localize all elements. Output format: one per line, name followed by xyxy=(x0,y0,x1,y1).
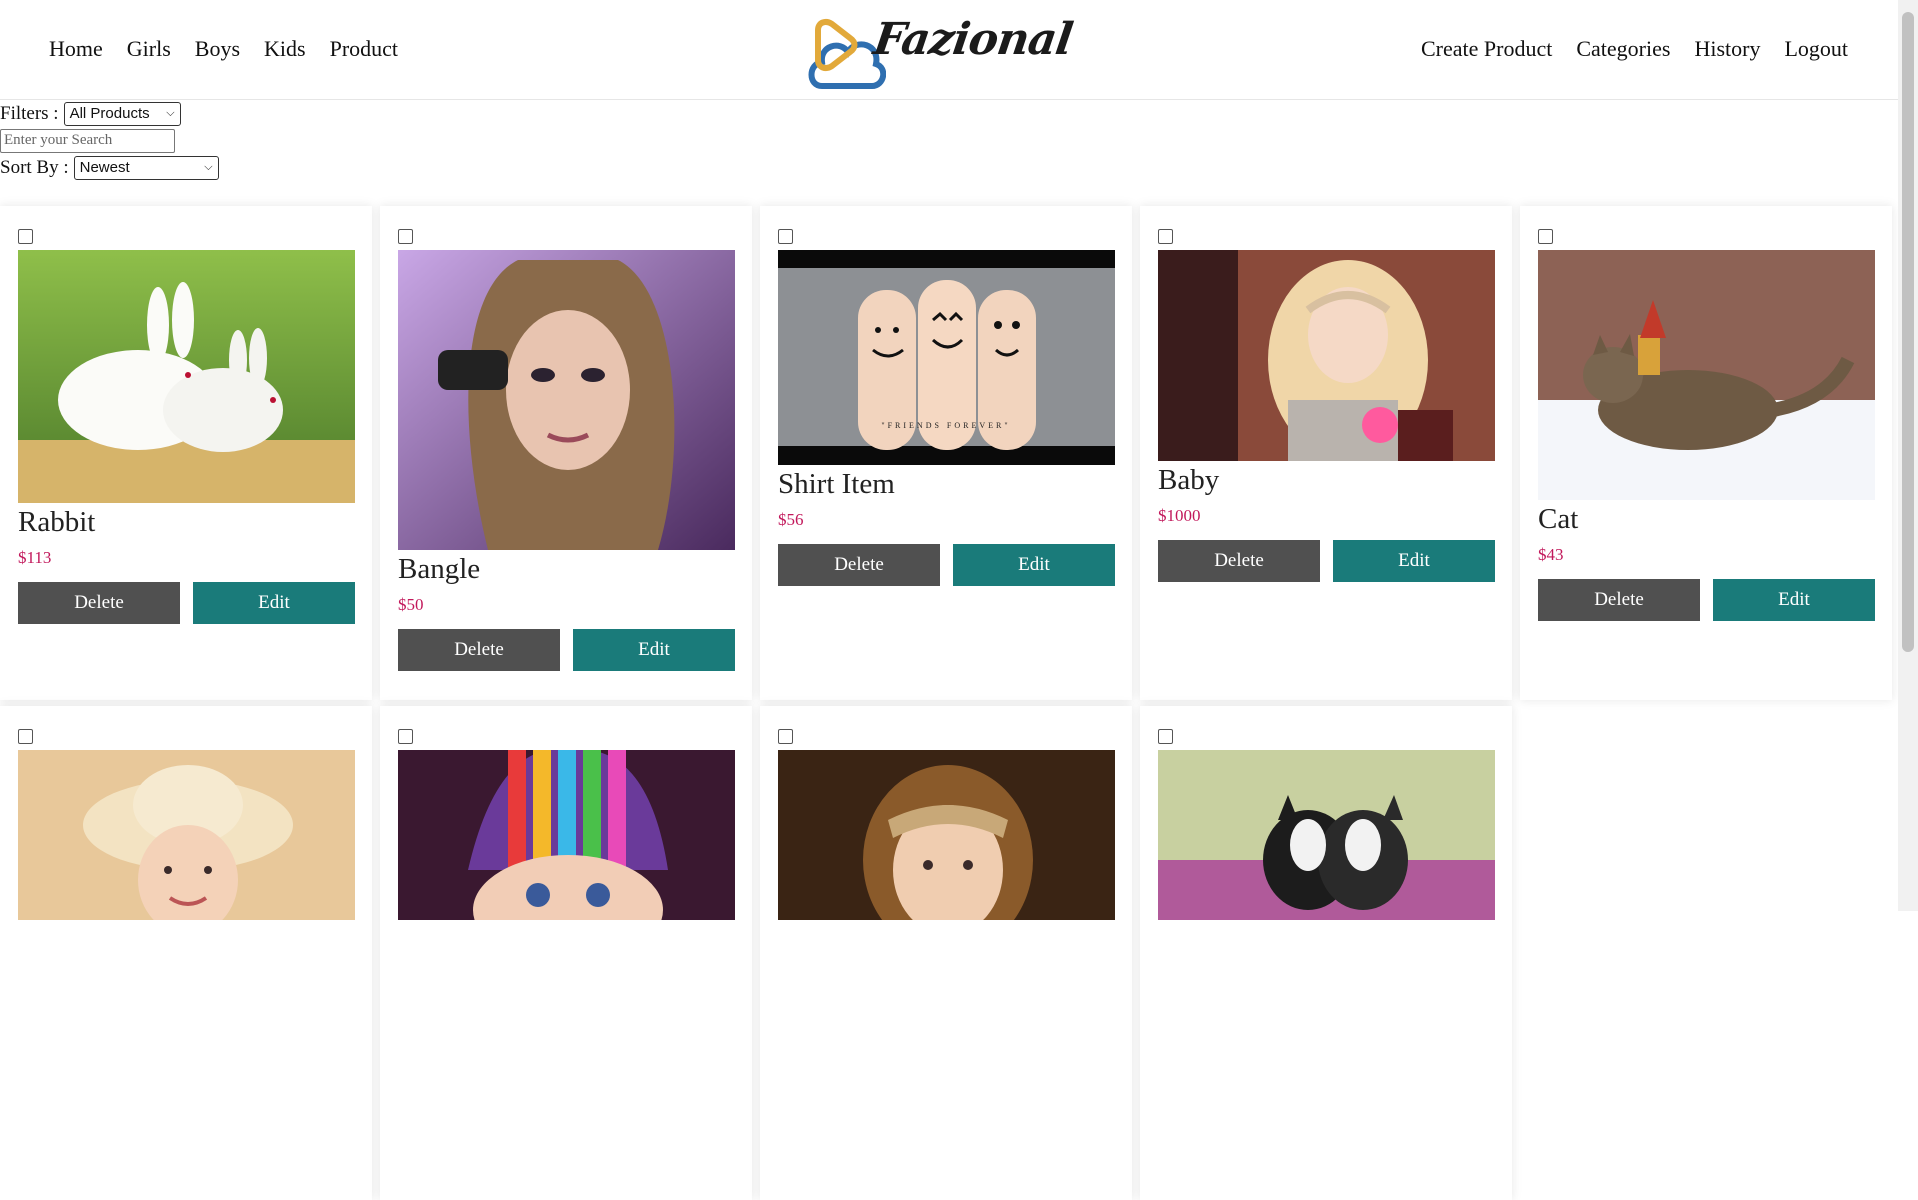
nav-left: Home Girls Boys Kids Product xyxy=(49,36,398,62)
edit-button[interactable]: Edit xyxy=(573,629,735,671)
select-checkbox[interactable] xyxy=(1538,229,1553,244)
nav-home[interactable]: Home xyxy=(49,36,103,62)
edit-button[interactable]: Edit xyxy=(193,582,355,624)
product-card xyxy=(1140,706,1512,1200)
edit-button[interactable]: Edit xyxy=(953,544,1115,586)
woman-portrait-image xyxy=(398,250,735,550)
chevron-down-icon: ⌵ xyxy=(204,161,213,173)
nav-right: Create Product Categories History Logout xyxy=(1421,36,1848,62)
nav-kids[interactable]: Kids xyxy=(264,36,306,62)
product-card xyxy=(380,706,752,1200)
product-price: $56 xyxy=(778,510,804,529)
baby-knit-hat-image xyxy=(398,750,735,920)
product-title: Baby xyxy=(1158,464,1220,496)
select-checkbox[interactable] xyxy=(1158,729,1173,744)
site-header: Home Girls Boys Kids Product Fazional Cr… xyxy=(0,0,1898,100)
product-card: Rabbit $113 Delete Edit xyxy=(0,206,372,700)
delete-button[interactable]: Delete xyxy=(18,582,180,624)
product-image[interactable] xyxy=(1158,750,1495,920)
filter-panel: Filters : All Products ⌵ Enter your Sear… xyxy=(0,101,219,183)
select-checkbox[interactable] xyxy=(778,229,793,244)
image-caption-text: "FRIENDS FOREVER" xyxy=(881,421,1010,430)
product-price: $43 xyxy=(1538,545,1564,564)
nav-logout[interactable]: Logout xyxy=(1784,36,1848,62)
nav-boys[interactable]: Boys xyxy=(195,36,240,62)
sort-select[interactable]: Newest ⌵ xyxy=(73,155,219,180)
search-input[interactable]: Enter your Search xyxy=(0,128,175,153)
delete-button[interactable]: Delete xyxy=(778,544,940,586)
product-image[interactable] xyxy=(18,250,355,503)
select-checkbox[interactable] xyxy=(778,729,793,744)
nav-girls[interactable]: Girls xyxy=(127,36,171,62)
girl-in-hat-image xyxy=(18,750,355,920)
delete-button[interactable]: Delete xyxy=(1158,540,1320,582)
scrollbar-thumb[interactable] xyxy=(1902,12,1914,652)
dogs-in-flowers-image xyxy=(1158,750,1495,920)
product-image[interactable] xyxy=(1158,250,1495,461)
product-image[interactable] xyxy=(778,750,1115,920)
nav-create-product[interactable]: Create Product xyxy=(1421,36,1552,62)
filters-label: Filters : xyxy=(0,102,59,124)
product-image[interactable] xyxy=(18,750,355,920)
product-title: Shirt Item xyxy=(778,468,895,500)
product-card xyxy=(0,706,372,1200)
nav-categories[interactable]: Categories xyxy=(1576,36,1670,62)
select-checkbox[interactable] xyxy=(398,729,413,744)
edit-button[interactable]: Edit xyxy=(1713,579,1875,621)
page-scrollbar[interactable] xyxy=(1898,0,1918,911)
product-title: Cat xyxy=(1538,503,1579,535)
logo-text: Fazional xyxy=(870,14,1076,65)
product-image[interactable]: "FRIENDS FOREVER" xyxy=(778,250,1115,465)
girl-headband-image xyxy=(778,750,1115,920)
girl-with-rose-image xyxy=(1158,250,1495,461)
site-logo[interactable]: Fazional xyxy=(806,8,1075,92)
product-image[interactable] xyxy=(398,250,735,550)
category-filter-select[interactable]: All Products ⌵ xyxy=(63,101,181,126)
product-card: Bangle $50 Delete Edit xyxy=(380,206,752,700)
cat-in-snow-image xyxy=(1538,250,1875,500)
sort-value: Newest xyxy=(79,159,130,176)
nav-product[interactable]: Product xyxy=(330,36,398,62)
select-checkbox[interactable] xyxy=(18,729,33,744)
delete-button[interactable]: Delete xyxy=(1538,579,1700,621)
product-title: Bangle xyxy=(398,553,481,585)
product-title: Rabbit xyxy=(18,506,96,538)
delete-button[interactable]: Delete xyxy=(398,629,560,671)
select-checkbox[interactable] xyxy=(18,229,33,244)
nav-history[interactable]: History xyxy=(1694,36,1760,62)
product-price: $1000 xyxy=(1158,506,1201,525)
fingers-friends-image: "FRIENDS FOREVER" xyxy=(778,250,1115,465)
product-card: "FRIENDS FOREVER" Shirt Item $56 Delete … xyxy=(760,206,1132,700)
edit-button[interactable]: Edit xyxy=(1333,540,1495,582)
select-checkbox[interactable] xyxy=(1158,229,1173,244)
product-image[interactable] xyxy=(398,750,735,920)
product-card xyxy=(760,706,1132,1200)
product-price: $50 xyxy=(398,595,424,614)
rabbit-image xyxy=(18,250,355,503)
chevron-down-icon: ⌵ xyxy=(166,107,175,119)
product-card: Cat $43 Delete Edit xyxy=(1520,206,1892,700)
sort-label: Sort By : xyxy=(0,156,69,178)
product-image[interactable] xyxy=(1538,250,1875,500)
select-checkbox[interactable] xyxy=(398,229,413,244)
product-price: $113 xyxy=(18,548,52,567)
product-card: Baby $1000 Delete Edit xyxy=(1140,206,1512,700)
category-filter-value: All Products xyxy=(69,105,150,122)
